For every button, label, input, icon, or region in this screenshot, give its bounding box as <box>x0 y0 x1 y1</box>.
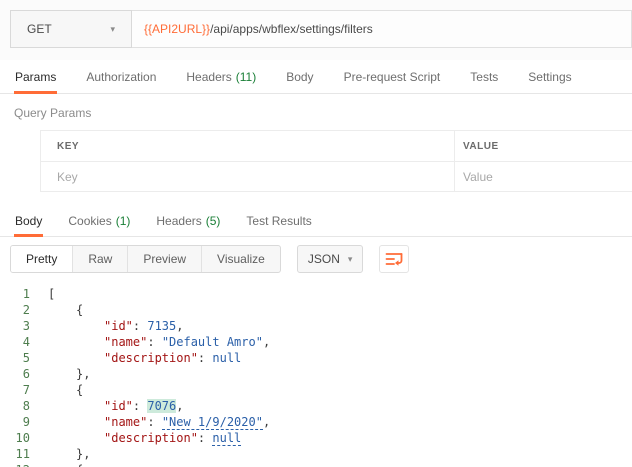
url-variable: {{API2URL}} <box>144 22 210 36</box>
tab-response-cookies[interactable]: Cookies (1) <box>67 205 131 236</box>
line-number: 3 <box>0 318 40 334</box>
cookies-count-badge: (1) <box>116 214 131 228</box>
response-headers-count-badge: (5) <box>206 214 221 228</box>
tab-response-headers[interactable]: Headers (5) <box>155 205 221 236</box>
pretty-button[interactable]: Pretty <box>11 246 73 272</box>
code-token: : <box>198 431 212 445</box>
method-select[interactable]: GET ▾ <box>10 10 132 48</box>
tab-body[interactable]: Body <box>285 60 314 93</box>
response-tabs: Body Cookies (1) Headers (5) Test Result… <box>0 205 632 237</box>
code-line: 1[ <box>0 286 632 302</box>
response-body-viewer[interactable]: 1[2{3"id": 7135,4"name": "Default Amro",… <box>0 281 632 467</box>
column-header-value: VALUE <box>463 141 499 152</box>
code-token: }, <box>76 367 90 381</box>
line-number: 8 <box>0 398 40 414</box>
table-header-row: KEY VALUE <box>41 131 632 161</box>
code-line: 11}, <box>0 446 632 462</box>
code-token: , <box>263 335 270 349</box>
request-tabs: Params Authorization Headers (11) Body P… <box>0 60 632 94</box>
line-number: 1 <box>0 286 40 302</box>
raw-button[interactable]: Raw <box>73 246 128 272</box>
code-token: { <box>76 303 83 317</box>
tab-authorization[interactable]: Authorization <box>85 60 157 93</box>
code-token: : <box>198 351 212 365</box>
code-token: null <box>212 431 241 446</box>
url-path: /api/apps/wbflex/settings/filters <box>210 22 373 36</box>
code-token: , <box>176 399 183 413</box>
code-token: : <box>147 415 161 429</box>
code-token: "Default Amro" <box>162 335 263 349</box>
line-number: 11 <box>0 446 40 462</box>
code-line: 5 "description": null <box>0 350 632 366</box>
tab-headers[interactable]: Headers (11) <box>185 60 257 93</box>
query-params-table: KEY VALUE <box>40 130 632 192</box>
line-number: 9 <box>0 414 40 430</box>
code-token: 7135 <box>147 319 176 333</box>
code-line: 8 "id": 7076, <box>0 398 632 414</box>
tab-test-results[interactable]: Test Results <box>245 205 312 236</box>
preview-button[interactable]: Preview <box>128 246 202 272</box>
tab-tests[interactable]: Tests <box>469 60 499 93</box>
line-number: 6 <box>0 366 40 382</box>
line-number: 4 <box>0 334 40 350</box>
code-line: 6}, <box>0 366 632 382</box>
code-token: , <box>176 319 183 333</box>
code-line: 2{ <box>0 302 632 318</box>
code-token: { <box>76 383 83 397</box>
code-line: 3 "id": 7135, <box>0 318 632 334</box>
code-token: "description" <box>104 351 198 365</box>
visualize-button[interactable]: Visualize <box>202 246 280 272</box>
code-line: 10 "description": null <box>0 430 632 446</box>
code-token: , <box>263 415 270 429</box>
code-token: : <box>133 399 147 413</box>
code-line: 7{ <box>0 382 632 398</box>
code-token: "id" <box>104 319 133 333</box>
code-line: 12 { <box>0 462 632 467</box>
code-token: "name" <box>104 335 147 349</box>
code-token: 7076 <box>147 399 176 413</box>
response-toolbar: Pretty Raw Preview Visualize JSON ▾ <box>0 237 632 281</box>
line-number: 7 <box>0 382 40 398</box>
code-token: }, <box>76 447 90 461</box>
code-token: "New 1/9/2020" <box>162 415 263 430</box>
code-token: { <box>76 463 83 467</box>
chevron-down-icon: ▾ <box>110 24 115 35</box>
headers-count-badge: (11) <box>236 70 256 84</box>
wrap-text-icon <box>385 252 403 266</box>
code-token: : <box>133 319 147 333</box>
line-number: 5 <box>0 350 40 366</box>
chevron-down-icon: ▾ <box>348 254 353 265</box>
url-input[interactable]: {{API2URL}}/api/apps/wbflex/settings/fil… <box>132 10 632 48</box>
table-row <box>41 161 632 191</box>
code-line: 9 "name": "New 1/9/2020", <box>0 414 632 430</box>
section-title-query-params: Query Params <box>0 94 632 130</box>
tab-params[interactable]: Params <box>14 60 57 93</box>
format-select[interactable]: JSON ▾ <box>297 245 364 273</box>
line-number: 2 <box>0 302 40 318</box>
code-token: : <box>147 335 161 349</box>
column-header-key: KEY <box>57 141 79 152</box>
line-number: 12 <box>0 462 40 467</box>
code-token: "id" <box>104 399 133 413</box>
line-number: 10 <box>0 430 40 446</box>
view-mode-group: Pretty Raw Preview Visualize <box>10 245 281 273</box>
tab-prerequest-script[interactable]: Pre-request Script <box>343 60 442 93</box>
code-token: [ <box>48 287 55 301</box>
value-input[interactable] <box>463 170 624 184</box>
key-input[interactable] <box>57 170 438 184</box>
code-token: "name" <box>104 415 147 429</box>
request-url-bar: GET ▾ {{API2URL}}/api/apps/wbflex/settin… <box>0 0 632 60</box>
method-label: GET <box>27 22 52 36</box>
code-line: 4 "name": "Default Amro", <box>0 334 632 350</box>
beautify-button[interactable] <box>379 245 409 273</box>
tab-response-body[interactable]: Body <box>14 205 43 236</box>
tab-settings[interactable]: Settings <box>527 60 572 93</box>
response-body-code: 1[2{3"id": 7135,4"name": "Default Amro",… <box>0 286 632 467</box>
code-token: null <box>212 351 241 365</box>
code-token: "description" <box>104 431 198 445</box>
